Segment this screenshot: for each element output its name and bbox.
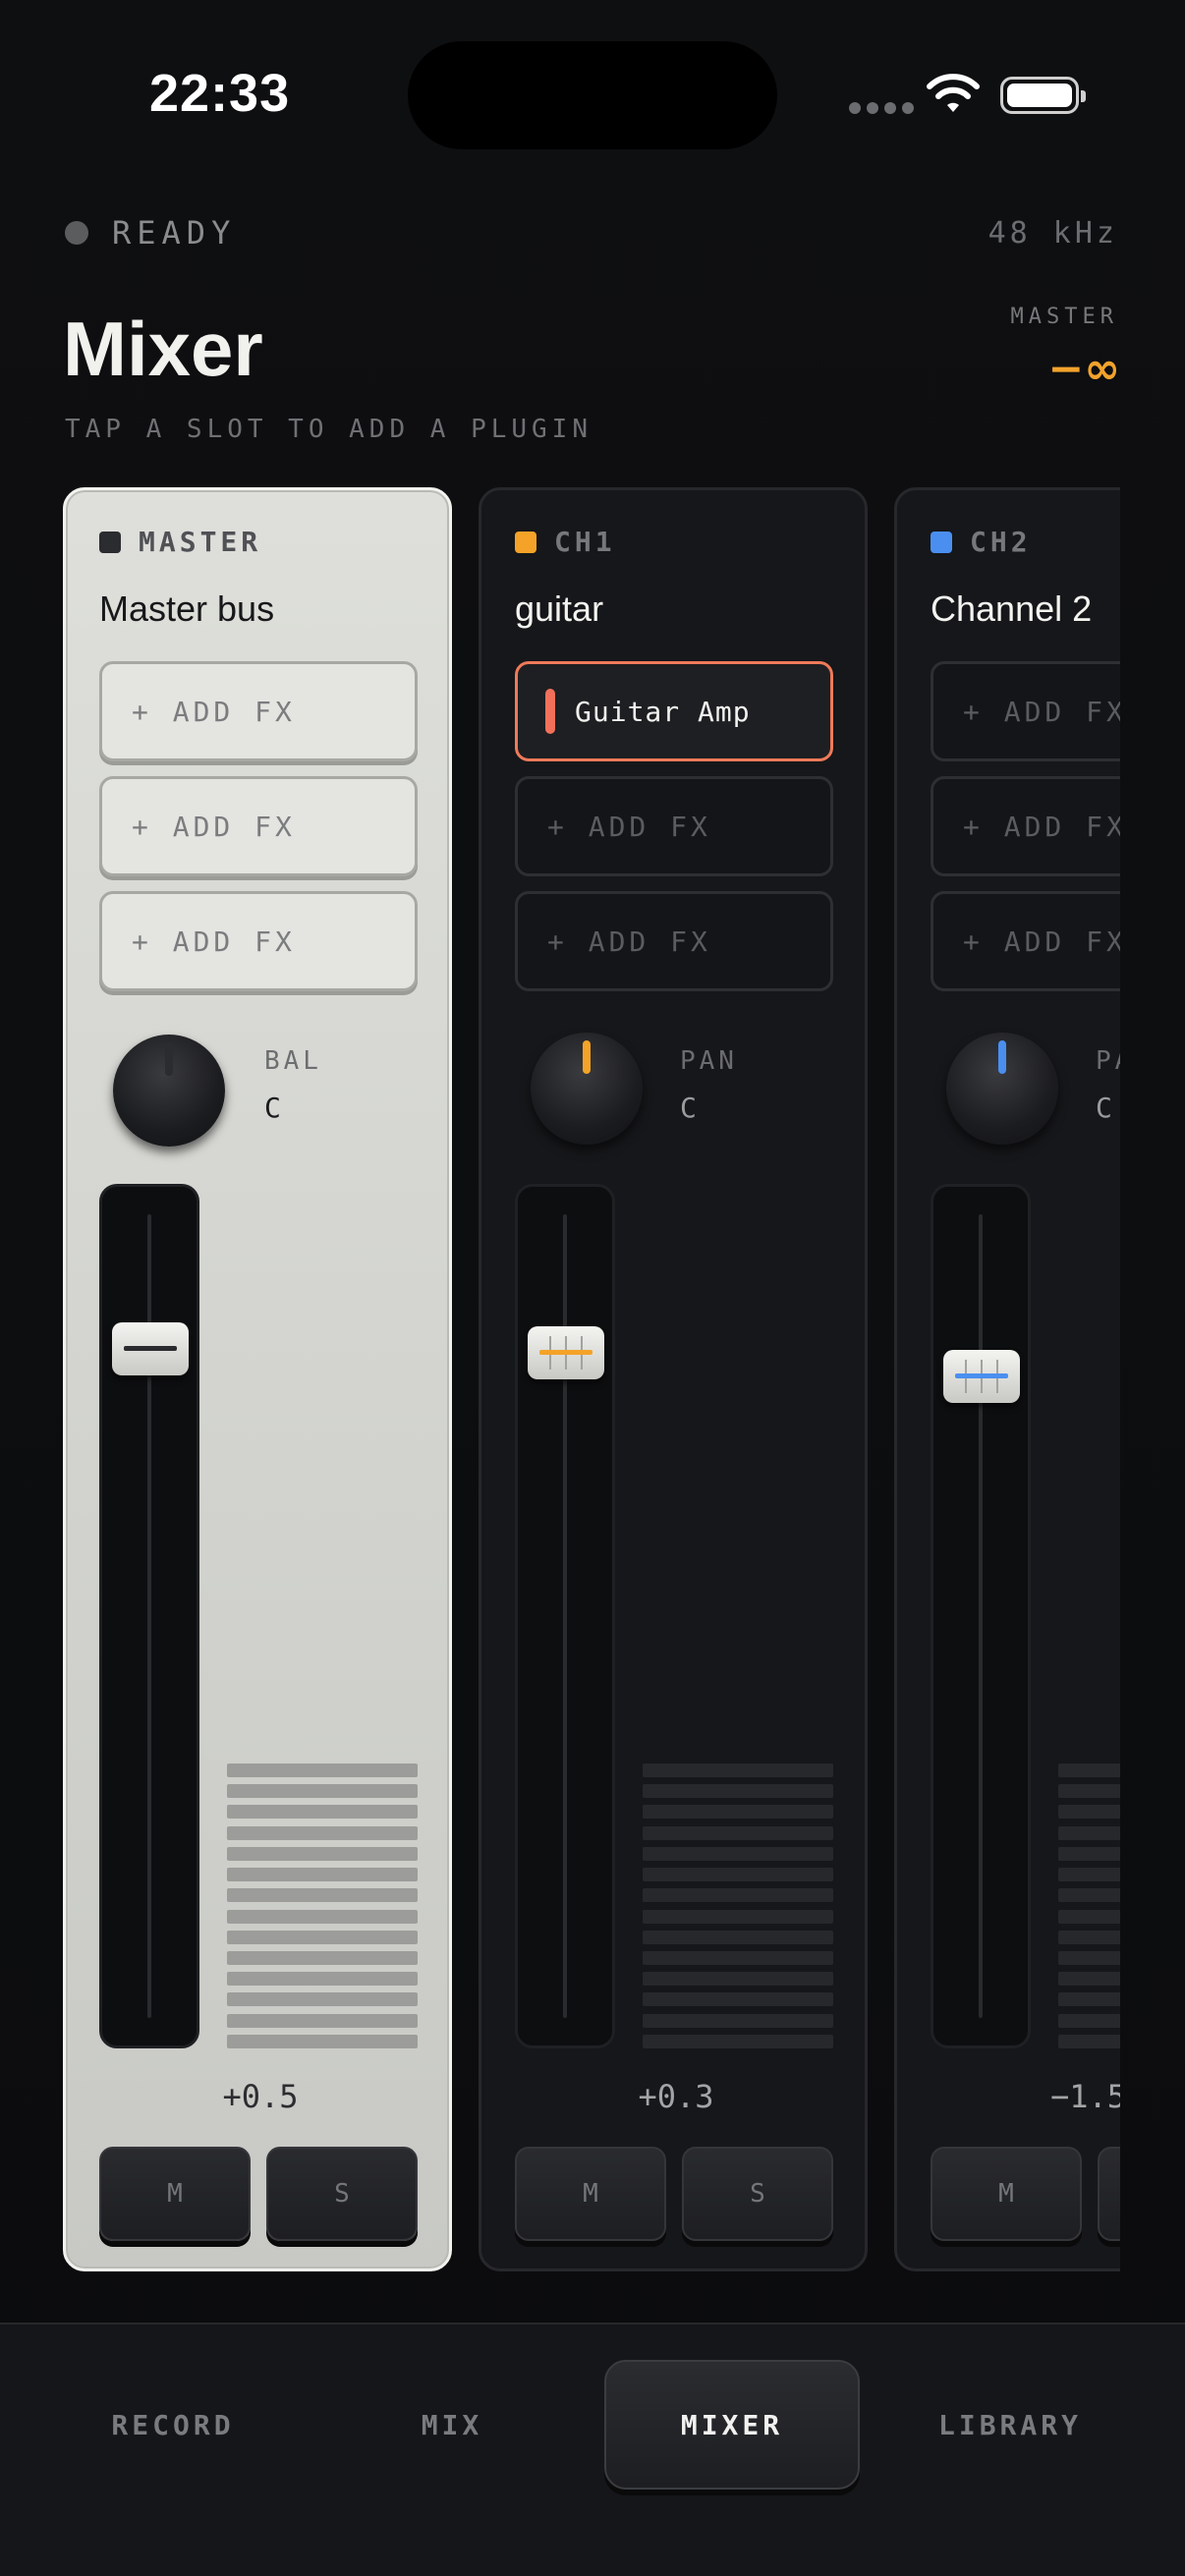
solo-button[interactable]: S xyxy=(1098,2147,1120,2241)
knob-value: C xyxy=(680,1092,697,1124)
page-subtitle: TAP A SLOT TO ADD A PLUGIN xyxy=(65,415,592,444)
channel-strip-master: MASTER Master bus + ADD FX + ADD FX + AD… xyxy=(63,487,452,2271)
cellular-signal-icon xyxy=(849,102,914,114)
channel-tag: CH1 xyxy=(554,526,616,558)
knob-value: C xyxy=(264,1092,281,1124)
tab-record[interactable]: RECORD xyxy=(35,2360,310,2490)
mute-button[interactable]: M xyxy=(931,2147,1082,2241)
volume-fader[interactable] xyxy=(99,1184,199,2048)
master-level-label: MASTER xyxy=(1010,305,1118,329)
balance-knob[interactable] xyxy=(113,1035,225,1147)
channel-color-swatch xyxy=(99,532,121,553)
tab-library[interactable]: LIBRARY xyxy=(873,2360,1148,2490)
volume-fader[interactable] xyxy=(931,1184,1031,2048)
channel-strip-ch2: CH2 Channel 2 + ADD FX + ADD FX + ADD FX… xyxy=(894,487,1120,2271)
fx-slot[interactable]: + ADD FX xyxy=(99,661,418,761)
status-dot xyxy=(65,221,88,245)
gain-readout: +0.3 xyxy=(638,2078,714,2115)
knob-label: BAL xyxy=(264,1046,322,1076)
battery-icon xyxy=(1000,77,1086,114)
fx-slot[interactable]: + ADD FX xyxy=(931,776,1120,876)
clock: 22:33 xyxy=(149,64,291,123)
solo-button[interactable]: S xyxy=(682,2147,833,2241)
fx-slot[interactable]: + ADD FX xyxy=(99,776,418,876)
channel-color-swatch xyxy=(931,532,952,553)
channel-name[interactable]: guitar xyxy=(515,588,603,630)
plugin-name: Guitar Amp xyxy=(575,695,751,728)
solo-button[interactable]: S xyxy=(266,2147,418,2241)
fx-slot[interactable]: + ADD FX xyxy=(931,661,1120,761)
channel-tag: MASTER xyxy=(139,526,262,558)
knob-label: PAN xyxy=(680,1046,738,1076)
channel-color-swatch xyxy=(515,532,536,553)
knob-value: C xyxy=(1096,1092,1112,1124)
master-level-value: −∞ xyxy=(1047,344,1120,394)
page-title: Mixer xyxy=(63,306,263,392)
channel-strips[interactable]: MASTER Master bus + ADD FX + ADD FX + AD… xyxy=(63,487,1120,2275)
pan-knob[interactable] xyxy=(531,1033,643,1145)
engine-status: READY xyxy=(112,214,237,252)
fx-slot-guitar-amp[interactable]: Guitar Amp xyxy=(515,661,833,761)
level-meter xyxy=(227,1764,418,2048)
channel-name[interactable]: Master bus xyxy=(99,588,274,630)
fader-handle[interactable] xyxy=(528,1326,604,1379)
level-meter xyxy=(1058,1764,1120,2048)
channel-tag: CH2 xyxy=(970,526,1032,558)
bottom-tab-bar: RECORD MIX MIXER LIBRARY xyxy=(0,2323,1185,2576)
dynamic-island xyxy=(408,41,777,149)
plugin-color-bar xyxy=(545,689,555,734)
tab-mixer[interactable]: MIXER xyxy=(604,2360,860,2490)
volume-fader[interactable] xyxy=(515,1184,615,2048)
fx-slot[interactable]: + ADD FX xyxy=(515,891,833,991)
mute-button[interactable]: M xyxy=(515,2147,666,2241)
fader-handle[interactable] xyxy=(943,1350,1020,1403)
channel-name[interactable]: Channel 2 xyxy=(931,588,1092,630)
mute-button[interactable]: M xyxy=(99,2147,251,2241)
tab-mix[interactable]: MIX xyxy=(314,2360,590,2490)
fader-handle[interactable] xyxy=(112,1322,189,1375)
sample-rate: 48 kHz xyxy=(988,216,1118,251)
fx-slot[interactable]: + ADD FX xyxy=(515,776,833,876)
gain-readout: −1.5 xyxy=(1050,2078,1120,2115)
knob-label: PAN xyxy=(1096,1046,1120,1076)
fx-slot[interactable]: + ADD FX xyxy=(99,891,418,991)
channel-strip-ch1: CH1 guitar Guitar Amp + ADD FX + ADD FX … xyxy=(479,487,868,2271)
pan-knob[interactable] xyxy=(946,1033,1058,1145)
gain-readout: +0.5 xyxy=(222,2078,299,2115)
wifi-icon xyxy=(927,74,980,112)
fx-slot[interactable]: + ADD FX xyxy=(931,891,1120,991)
status-bar: 22:33 xyxy=(0,0,1185,196)
level-meter xyxy=(643,1764,833,2048)
